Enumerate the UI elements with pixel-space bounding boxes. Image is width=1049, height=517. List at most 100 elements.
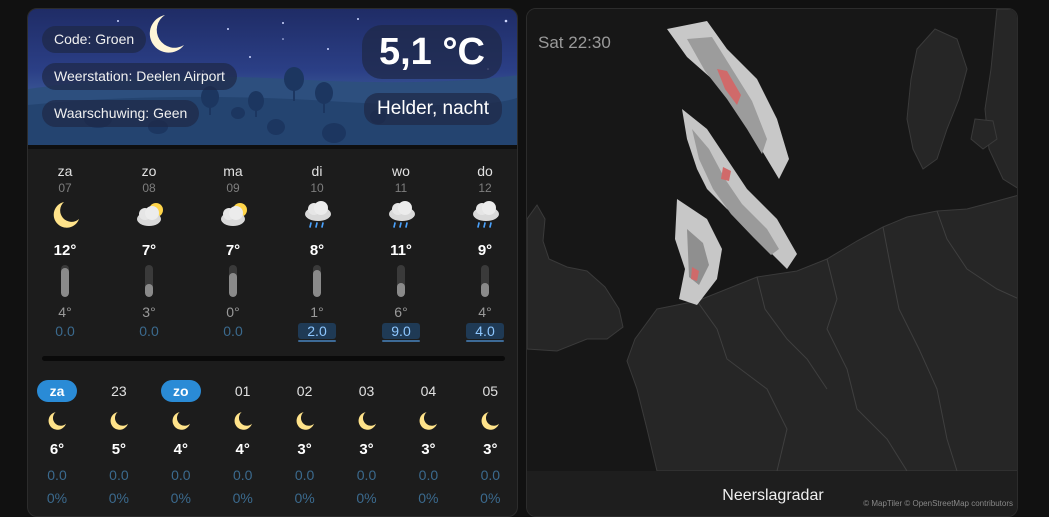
day-date: 11 [394,181,408,195]
hour-precipitation: 0.0 [47,467,67,483]
temperature-range-bar [61,265,69,297]
hour-precipitation: 0.0 [294,467,315,483]
moon-icon [356,410,378,432]
day-name: do [477,163,493,179]
rain-icon [470,199,502,231]
hour-precip-probability: 0% [46,490,68,506]
precipitation-underline [382,340,420,342]
hour-temp: 3° [421,441,436,458]
hour-temp: 3° [359,441,374,458]
precipitation-underline [298,340,336,342]
hour-precipitation: 0.0 [418,467,439,483]
hour-precipitation: 0.0 [171,467,191,483]
moon-icon [46,410,68,432]
day-low-temp: 1° [310,304,324,320]
hour-temp: 4° [235,441,250,458]
temperature-range-bar [313,265,321,297]
hour-precip-probability: 0% [170,490,191,506]
moon-icon [479,410,501,432]
hour-temp: 3° [297,441,312,458]
day-high-temp: 12° [53,242,77,259]
hour-precipitation: 0.0 [232,467,253,483]
map-attribution[interactable]: © MapTiler © OpenStreetMap contributors [863,499,1013,508]
temperature-range-bar [145,265,153,297]
hour-precip-probability: 0% [418,490,439,506]
weather-card: Code: Groen Weerstation: Deelen Airport … [27,8,518,517]
day-name: ma [223,163,243,179]
code-badge: Code: Groen [42,26,147,53]
rain-icon [386,199,418,231]
hour-precip-probability: 0% [356,490,377,506]
hour-label: 05 [482,383,499,399]
day-low-temp: 4° [478,304,492,320]
radar-timestamp: Sat 22:30 [538,33,611,52]
day-precipitation: 2.0 [307,323,327,339]
day-precipitation: 4.0 [475,323,495,339]
day-low-temp: 3° [142,304,156,320]
day-high-temp: 8° [309,242,325,259]
day-name: za [57,163,73,179]
day-name: wo [392,163,410,179]
day-high-temp: 7° [141,242,157,259]
hour-precipitation: 0.0 [109,467,129,483]
hour-precipitation: 0.0 [480,467,501,483]
day-badge: zo [160,380,201,402]
day-low-temp: 4° [58,304,72,320]
hour-precip-probability: 0% [294,490,315,506]
day-low-temp: 0° [226,304,240,320]
radar-card[interactable]: Sat 22:30 Neerslagradar © MapTiler © Ope… [526,8,1018,517]
day-precipitation: 0.0 [223,323,243,339]
night-scene-illustration: Code: Groen Weerstation: Deelen Airport … [28,9,517,145]
warning-badge: Waarschuwing: Geen [42,100,200,127]
day-high-temp: 7° [225,242,241,259]
day-date: 07 [58,181,72,195]
hour-label: 03 [358,383,375,399]
current-temperature: 5,1 °C [361,25,502,79]
day-precipitation: 9.0 [391,323,411,339]
partly-cloudy-icon [134,199,166,231]
day-date: 09 [226,181,240,195]
header-divider [28,145,517,149]
hour-temp: 4° [173,441,188,458]
day-date: 10 [310,181,324,195]
moon-icon [294,410,316,432]
hour-precip-probability: 0% [232,490,253,506]
day-name: zo [141,163,157,179]
day-badge: za [37,380,77,402]
hour-temp: 6° [49,441,65,458]
hour-precip-probability: 0% [108,490,129,506]
day-high-temp: 11° [390,242,412,259]
forecast-separator [42,356,505,361]
day-precipitation: 0.0 [139,323,159,339]
hourly-forecast: za 6° 0.0 0% 23 5° 0.0 0% zo 4° 0.0 0% 01 4° 0.0 0% 02 3°… [28,374,517,514]
hour-temp: 5° [111,441,127,458]
hour-label: 04 [420,383,437,399]
temperature-range-bar [397,265,405,297]
partly-cloudy-icon [218,199,250,231]
moon-icon [232,410,254,432]
day-date: 12 [478,181,492,195]
hour-label: 23 [111,383,127,399]
current-condition: Helder, nacht [364,93,502,125]
day-precipitation: 0.0 [55,323,75,339]
moon-icon [170,410,192,432]
day-high-temp: 9° [477,242,493,259]
day-name: di [311,163,323,179]
day-low-temp: 6° [394,304,408,320]
hour-precipitation: 0.0 [356,467,377,483]
daily-forecast: za 07 12° 4° 0.0 zo 08 7° 3° 0.0 ma 09 7° 0° 0.0 di 10 8°… [28,159,517,344]
moon-icon [50,199,82,231]
rain-icon [302,199,334,231]
hour-label: 02 [296,383,313,399]
temperature-range-bar [481,265,489,297]
hour-temp: 3° [483,441,498,458]
radar-map[interactable]: Sat 22:30 [527,9,1017,471]
day-date: 08 [142,181,156,195]
hour-precip-probability: 0% [480,490,501,506]
temperature-range-bar [229,265,237,297]
precipitation-underline [466,340,504,342]
moon-icon [417,410,439,432]
moon-icon [108,410,130,432]
hour-label: 01 [234,383,251,399]
weather-station-badge: Weerstation: Deelen Airport [42,63,237,90]
